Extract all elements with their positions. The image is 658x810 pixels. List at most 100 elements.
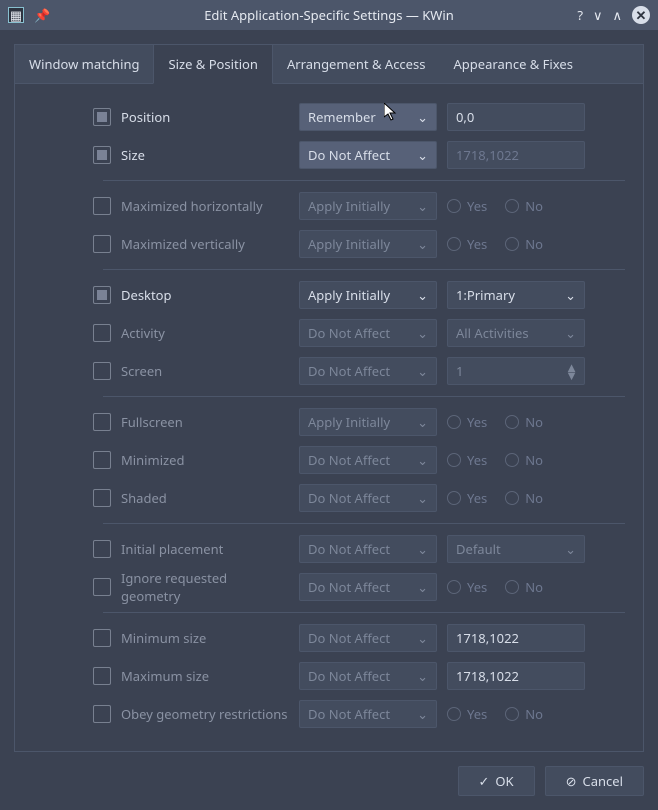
radio-ignore-geom-no[interactable]: No xyxy=(505,578,543,596)
input-position-value[interactable]: 0,0 xyxy=(447,103,585,131)
select-initial-placement-rule[interactable]: Do Not Affect⌄ xyxy=(299,535,437,563)
radio-max-v-no[interactable]: No xyxy=(505,235,543,253)
tab-size-position[interactable]: Size & Position xyxy=(153,44,272,84)
input-size-value[interactable]: 1718,1022 xyxy=(447,141,585,169)
close-icon[interactable]: ✕ xyxy=(632,6,650,24)
select-activity-value[interactable]: All Activities⌄ xyxy=(447,319,585,347)
radio-shaded-yes[interactable]: Yes xyxy=(447,489,487,507)
radio-max-h-yes[interactable]: Yes xyxy=(447,197,487,215)
chevron-down-icon: ⌄ xyxy=(417,578,428,596)
checkbox-max-h[interactable] xyxy=(93,197,111,215)
label-minimized: Minimized xyxy=(121,451,289,469)
checkbox-minimized[interactable] xyxy=(93,451,111,469)
chevron-down-icon[interactable]: ▼ xyxy=(565,371,578,379)
select-desktop-rule[interactable]: Apply Initially⌄ xyxy=(299,281,437,309)
checkbox-max-v[interactable] xyxy=(93,235,111,253)
input-max-size-value[interactable]: 1718,1022 xyxy=(447,662,585,690)
radio-obey-geom-no[interactable]: No xyxy=(505,705,543,723)
tab-appearance-fixes[interactable]: Appearance & Fixes xyxy=(439,45,586,83)
select-initial-placement-value[interactable]: Default⌄ xyxy=(447,535,585,563)
select-max-h-rule[interactable]: Apply Initially⌄ xyxy=(299,192,437,220)
select-size-rule[interactable]: Do Not Affect⌄ xyxy=(299,141,437,169)
radio-fullscreen-no[interactable]: No xyxy=(505,413,543,431)
checkbox-initial-placement[interactable] xyxy=(93,540,111,558)
pin-icon[interactable]: 📌 xyxy=(34,6,50,24)
radio-obey-geom-yes[interactable]: Yes xyxy=(447,705,487,723)
chevron-down-icon: ⌄ xyxy=(417,324,428,342)
label-fullscreen: Fullscreen xyxy=(121,413,289,431)
label-initial-placement: Initial placement xyxy=(121,540,289,558)
checkbox-activity[interactable] xyxy=(93,324,111,342)
label-shaded: Shaded xyxy=(121,489,289,507)
input-min-size-value[interactable]: 1718,1022 xyxy=(447,624,585,652)
chevron-down-icon: ⌄ xyxy=(417,146,428,164)
chevron-down-icon: ⌄ xyxy=(565,286,576,304)
spin-screen-value[interactable]: 1▲▼ xyxy=(447,357,585,385)
label-max-size: Maximum size xyxy=(121,667,289,685)
chevron-down-icon: ⌄ xyxy=(417,667,428,685)
select-max-size-rule[interactable]: Do Not Affect⌄ xyxy=(299,662,437,690)
checkbox-desktop[interactable] xyxy=(93,286,111,304)
checkbox-size[interactable] xyxy=(93,146,111,164)
chevron-down-icon: ⌄ xyxy=(417,286,428,304)
label-max-h: Maximized horizontally xyxy=(121,197,289,215)
label-min-size: Minimum size xyxy=(121,629,289,647)
tab-window-matching[interactable]: Window matching xyxy=(15,45,153,83)
checkbox-fullscreen[interactable] xyxy=(93,413,111,431)
maximize-icon[interactable]: ∧ xyxy=(612,6,622,24)
radio-shaded-no[interactable]: No xyxy=(505,489,543,507)
select-ignore-geom-rule[interactable]: Do Not Affect⌄ xyxy=(299,573,437,601)
label-max-v: Maximized vertically xyxy=(121,235,289,253)
label-position: Position xyxy=(121,108,289,126)
chevron-down-icon: ⌄ xyxy=(417,705,428,723)
checkbox-ignore-geom[interactable] xyxy=(93,578,111,596)
select-min-size-rule[interactable]: Do Not Affect⌄ xyxy=(299,624,437,652)
app-icon: ▦ xyxy=(8,7,24,23)
label-ignore-geom: Ignore requested geometry xyxy=(121,569,289,605)
select-minimized-rule[interactable]: Do Not Affect⌄ xyxy=(299,446,437,474)
minimize-icon[interactable]: ∨ xyxy=(593,6,603,24)
window-title: Edit Application-Specific Settings — KWi… xyxy=(0,6,658,24)
select-obey-geom-rule[interactable]: Do Not Affect⌄ xyxy=(299,700,437,728)
check-icon: ✓ xyxy=(479,772,490,790)
chevron-down-icon: ⌄ xyxy=(417,413,428,431)
help-icon[interactable]: ? xyxy=(577,6,583,24)
radio-minimized-no[interactable]: No xyxy=(505,451,543,469)
select-fullscreen-rule[interactable]: Apply Initially⌄ xyxy=(299,408,437,436)
select-desktop-value[interactable]: 1:Primary⌄ xyxy=(447,281,585,309)
chevron-down-icon: ⌄ xyxy=(417,629,428,647)
radio-max-v-yes[interactable]: Yes xyxy=(447,235,487,253)
checkbox-min-size[interactable] xyxy=(93,629,111,647)
select-screen-rule[interactable]: Do Not Affect⌄ xyxy=(299,357,437,385)
label-desktop: Desktop xyxy=(121,286,289,304)
select-position-rule[interactable]: Remember⌄ xyxy=(299,103,437,131)
checkbox-position[interactable] xyxy=(93,108,111,126)
checkbox-screen[interactable] xyxy=(93,362,111,380)
cancel-button[interactable]: ⊘Cancel xyxy=(545,766,644,796)
chevron-down-icon: ⌄ xyxy=(417,362,428,380)
label-size: Size xyxy=(121,146,289,164)
chevron-down-icon: ⌄ xyxy=(565,324,576,342)
select-shaded-rule[interactable]: Do Not Affect⌄ xyxy=(299,484,437,512)
checkbox-max-size[interactable] xyxy=(93,667,111,685)
cancel-icon: ⊘ xyxy=(566,772,577,790)
select-max-v-rule[interactable]: Apply Initially⌄ xyxy=(299,230,437,258)
radio-ignore-geom-yes[interactable]: Yes xyxy=(447,578,487,596)
checkbox-shaded[interactable] xyxy=(93,489,111,507)
chevron-down-icon: ⌄ xyxy=(417,108,428,126)
chevron-down-icon: ⌄ xyxy=(417,451,428,469)
label-obey-geom: Obey geometry restrictions xyxy=(121,705,289,723)
chevron-down-icon: ⌄ xyxy=(417,235,428,253)
ok-button[interactable]: ✓OK xyxy=(458,766,535,796)
chevron-down-icon: ⌄ xyxy=(417,489,428,507)
radio-max-h-no[interactable]: No xyxy=(505,197,543,215)
select-activity-rule[interactable]: Do Not Affect⌄ xyxy=(299,319,437,347)
radio-fullscreen-yes[interactable]: Yes xyxy=(447,413,487,431)
label-screen: Screen xyxy=(121,362,289,380)
checkbox-obey-geom[interactable] xyxy=(93,705,111,723)
radio-minimized-yes[interactable]: Yes xyxy=(447,451,487,469)
tab-arrangement-access[interactable]: Arrangement & Access xyxy=(273,45,440,83)
chevron-down-icon: ⌄ xyxy=(417,197,428,215)
label-activity: Activity xyxy=(121,324,289,342)
chevron-down-icon: ⌄ xyxy=(565,540,576,558)
